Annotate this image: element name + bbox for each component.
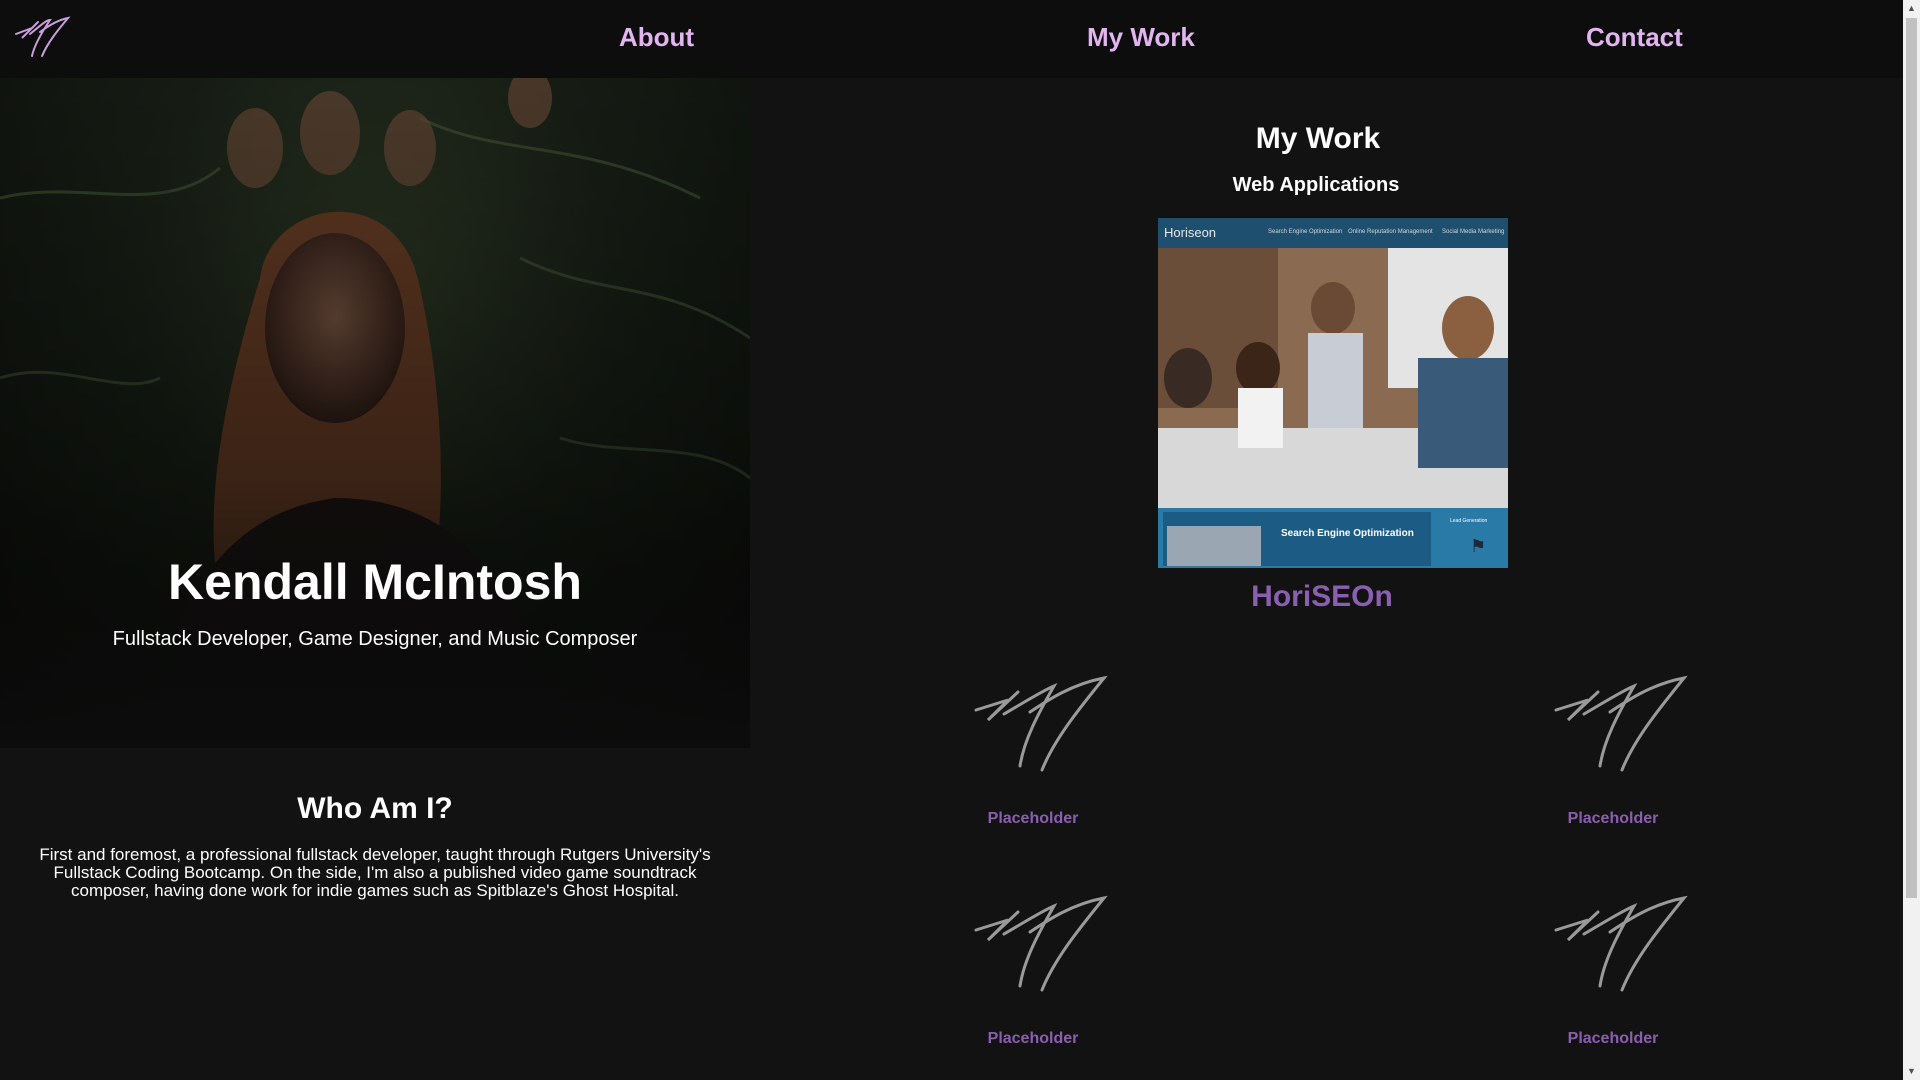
thumb-side-label: Lead Generation [1450, 518, 1488, 524]
work-subtitle: Web Applications [1232, 174, 1400, 196]
thumb-section-title: Search Engine Optimization [1281, 528, 1414, 539]
about-title: Who Am I? [297, 792, 453, 825]
placeholder-card-4[interactable]: Placeholder [1518, 890, 1708, 1080]
nav-link-about[interactable]: About [619, 22, 694, 53]
scroll-up-icon[interactable]: ▲ [1903, 0, 1920, 17]
thumb-nav-1: Search Engine Optimization [1268, 229, 1343, 235]
top-nav: About My Work Contact [0, 0, 1903, 78]
placeholder-label: Placeholder [1567, 1030, 1659, 1047]
nav-link-contact[interactable]: Contact [1586, 22, 1683, 53]
thumb-brand: Horiseon [1164, 225, 1217, 240]
thumb-nav-3: Social Media Marketing [1442, 229, 1505, 235]
kmc-signature-icon [974, 895, 1108, 992]
lightbulb-icon: ⚑ [1470, 536, 1487, 556]
placeholder-card-3[interactable]: Placeholder [938, 890, 1128, 1080]
page: About My Work Contact Kendall McIntosh F… [0, 0, 1903, 1080]
thumb-section-images [1167, 526, 1261, 566]
placeholder-label: Placeholder [987, 810, 1079, 827]
thumb-section-box: Search Engine Optimization [1163, 512, 1431, 566]
kmc-signature-icon [1554, 895, 1688, 992]
placeholder-label: Placeholder [987, 1030, 1079, 1047]
hero-name: Kendall McIntosh [168, 554, 582, 610]
horiseon-link[interactable]: HoriSEOn [1122, 580, 1522, 614]
about-text: First and foremost, a professional fulls… [39, 845, 711, 900]
scroll-thumb[interactable] [1906, 18, 1917, 898]
thumb-nav-2: Online Reputation Management [1348, 229, 1433, 235]
horiseon-thumbnail[interactable]: Horiseon Search Engine Optimization Onli… [1158, 218, 1508, 568]
hero-section: Kendall McIntosh Fullstack Developer, Ga… [0, 78, 750, 748]
placeholder-card-1[interactable]: Placeholder [938, 670, 1128, 860]
scroll-down-icon[interactable]: ▼ [1903, 1063, 1920, 1080]
kmc-signature-icon[interactable] [12, 12, 72, 62]
placeholder-label: Placeholder [1567, 810, 1659, 827]
kmc-signature-icon [974, 675, 1108, 772]
thumb-footer: Search Engine Optimization Lead Generati… [1158, 508, 1508, 568]
kmc-signature-icon [1554, 675, 1688, 772]
placeholder-card-2[interactable]: Placeholder [1518, 670, 1708, 860]
vertical-scrollbar[interactable]: ▲ ▼ [1903, 0, 1920, 1080]
nav-link-my-work[interactable]: My Work [1087, 22, 1195, 53]
thumb-photo [1158, 248, 1508, 508]
work-title: My Work [1255, 122, 1381, 155]
thumb-header: Horiseon Search Engine Optimization Onli… [1158, 218, 1508, 248]
hero-tagline: Fullstack Developer, Game Designer, and … [112, 628, 638, 650]
